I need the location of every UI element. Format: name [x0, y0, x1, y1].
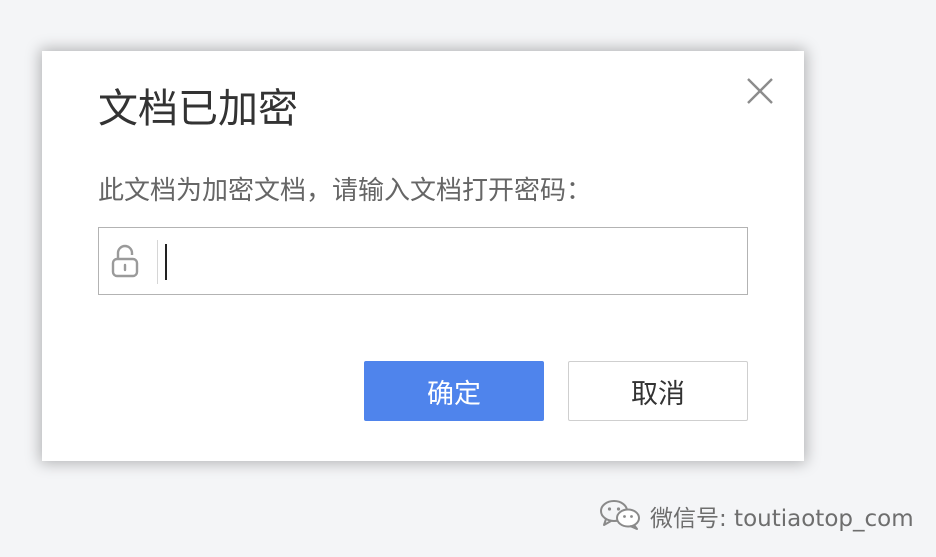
password-prompt: 此文档为加密文档，请输入文档打开密码： — [98, 176, 593, 206]
confirm-button[interactable]: 确定 — [364, 361, 544, 421]
encrypted-document-dialog: 文档已加密 此文档为加密文档，请输入文档打开密码： 确定 取消 — [42, 51, 804, 461]
dialog-title: 文档已加密 — [98, 86, 298, 132]
cancel-button[interactable]: 取消 — [568, 361, 748, 421]
wechat-icon — [598, 498, 642, 534]
text-caret — [165, 244, 167, 280]
close-icon[interactable] — [742, 73, 778, 109]
watermark: 微信号: toutiaotop_com — [598, 498, 914, 534]
field-divider — [157, 240, 158, 284]
password-field[interactable] — [98, 227, 748, 295]
lock-icon — [110, 244, 140, 278]
password-input[interactable] — [163, 236, 733, 286]
watermark-text: 微信号: toutiaotop_com — [650, 506, 914, 532]
